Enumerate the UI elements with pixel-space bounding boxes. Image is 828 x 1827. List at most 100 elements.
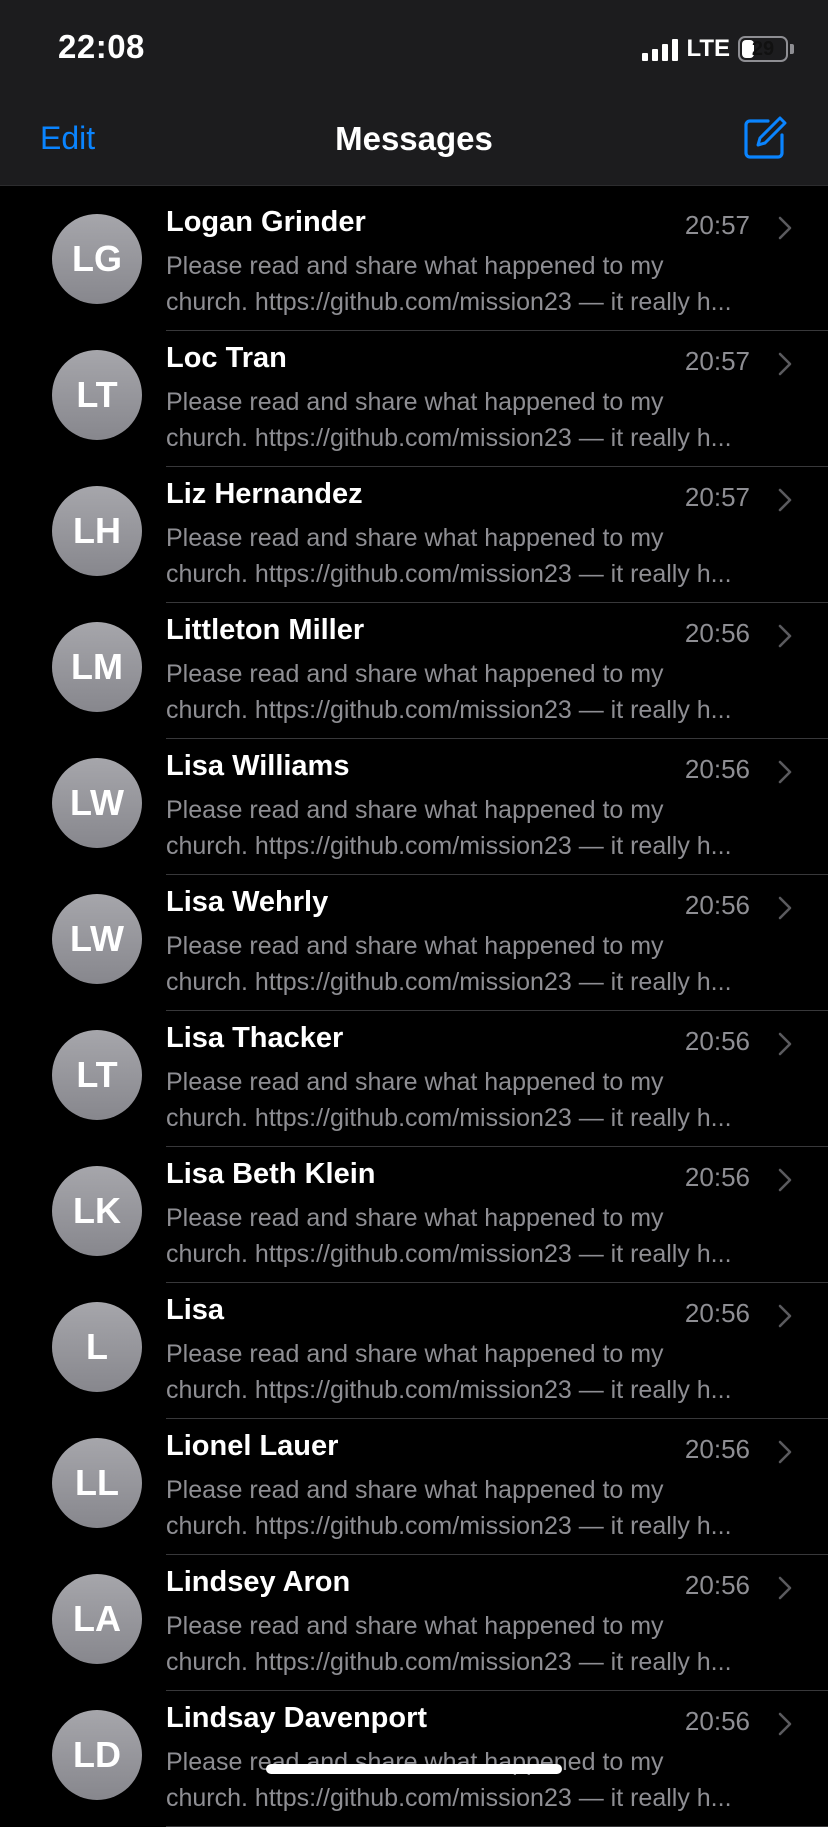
conversation-body: Logan Grinder 20:57 Please read and shar… <box>166 194 828 331</box>
conversation-row[interactable]: LA Lindsey Aron 20:56 Please read and sh… <box>0 1554 828 1691</box>
message-time: 20:57 <box>684 482 750 512</box>
chevron-right-icon <box>778 1440 792 1464</box>
chevron-right-icon <box>778 352 792 376</box>
contact-name: Loc Tran <box>166 342 287 374</box>
conversation-body: Lionel Lauer 20:56 Please read and share… <box>166 1418 828 1555</box>
conversation-list: LG Logan Grinder 20:57 Please read and s… <box>0 194 828 1827</box>
message-time: 20:57 <box>684 346 750 376</box>
conversation-row[interactable]: LT Lisa Thacker 20:56 Please read and sh… <box>0 1010 828 1147</box>
avatar: LW <box>52 894 142 984</box>
battery-cap <box>790 44 794 54</box>
conversation-row[interactable]: LT Loc Tran 20:57 Please read and share … <box>0 330 828 467</box>
chevron-right-icon <box>778 216 792 240</box>
chevron-right-icon <box>778 760 792 784</box>
preview-line: church. https://github.com/mission23 — i… <box>166 968 732 996</box>
preview-line: church. https://github.com/mission23 — i… <box>166 1512 732 1540</box>
conversation-row[interactable]: LD Lindsay Davenport 20:56 Please read a… <box>0 1690 828 1827</box>
avatar: LA <box>52 1574 142 1664</box>
contact-name: Liz Hernandez <box>166 478 363 510</box>
conversation-body: Lisa Thacker 20:56 Please read and share… <box>166 1010 828 1147</box>
conversation-body: Lisa Wehrly 20:56 Please read and share … <box>166 874 828 1011</box>
conversation-body: Lisa Beth Klein 20:56 Please read and sh… <box>166 1146 828 1283</box>
contact-name: Lisa <box>166 1294 225 1326</box>
conversation-row[interactable]: LG Logan Grinder 20:57 Please read and s… <box>0 194 828 331</box>
chevron-right-icon <box>778 1032 792 1056</box>
conversation-body: Lisa Williams 20:56 Please read and shar… <box>166 738 828 875</box>
preview-line: church. https://github.com/mission23 — i… <box>166 696 732 724</box>
message-time: 20:56 <box>684 1162 750 1192</box>
chevron-right-icon <box>778 624 792 648</box>
message-preview: Please read and share what happened to m… <box>166 520 786 592</box>
preview-line: Please read and share what happened to m… <box>166 796 664 824</box>
preview-line: church. https://github.com/mission23 — i… <box>166 1376 732 1404</box>
preview-line: Please read and share what happened to m… <box>166 1748 664 1776</box>
avatar: LD <box>52 1710 142 1800</box>
contact-name: Lisa Beth Klein <box>166 1158 376 1190</box>
avatar: L <box>52 1302 142 1392</box>
message-preview: Please read and share what happened to m… <box>166 1744 786 1816</box>
preview-line: Please read and share what happened to m… <box>166 1340 664 1368</box>
contact-name: Littleton Miller <box>166 614 365 646</box>
avatar: LT <box>52 350 142 440</box>
preview-line: church. https://github.com/mission23 — i… <box>166 288 732 316</box>
conversation-row[interactable]: LH Liz Hernandez 20:57 Please read and s… <box>0 466 828 603</box>
avatar: LM <box>52 622 142 712</box>
avatar: LG <box>52 214 142 304</box>
contact-name: Logan Grinder <box>166 206 366 238</box>
battery-percent: 29 <box>751 37 775 60</box>
message-preview: Please read and share what happened to m… <box>166 248 786 320</box>
message-time: 20:56 <box>684 618 750 648</box>
preview-line: Please read and share what happened to m… <box>166 932 664 960</box>
conversation-row[interactable]: LM Littleton Miller 20:56 Please read an… <box>0 602 828 739</box>
compose-button[interactable] <box>742 115 788 161</box>
contact-name: Lionel Lauer <box>166 1430 339 1462</box>
preview-line: Please read and share what happened to m… <box>166 388 664 416</box>
preview-line: church. https://github.com/mission23 — i… <box>166 560 732 588</box>
message-time: 20:56 <box>684 1570 750 1600</box>
preview-line: Please read and share what happened to m… <box>166 1476 664 1504</box>
chevron-right-icon <box>778 1168 792 1192</box>
message-preview: Please read and share what happened to m… <box>166 792 786 864</box>
compose-icon <box>744 116 787 159</box>
status-indicators: LTE 29 <box>642 34 794 64</box>
preview-line: church. https://github.com/mission23 — i… <box>166 832 732 860</box>
message-preview: Please read and share what happened to m… <box>166 384 786 456</box>
message-preview: Please read and share what happened to m… <box>166 1472 786 1544</box>
preview-line: Please read and share what happened to m… <box>166 1612 664 1640</box>
navigation-header: 22:08 LTE 29 Edit Messages <box>0 0 828 186</box>
avatar: LL <box>52 1438 142 1528</box>
message-time: 20:56 <box>684 1434 750 1464</box>
preview-line: Please read and share what happened to m… <box>166 524 664 552</box>
message-preview: Please read and share what happened to m… <box>166 1336 786 1408</box>
message-time: 20:56 <box>684 754 750 784</box>
conversation-body: Lindsey Aron 20:56 Please read and share… <box>166 1554 828 1691</box>
preview-line: Please read and share what happened to m… <box>166 1068 664 1096</box>
message-time: 20:56 <box>684 1026 750 1056</box>
page-title: Messages <box>335 120 493 157</box>
contact-name: Lindsay Davenport <box>166 1702 428 1734</box>
message-time: 20:56 <box>684 1298 750 1328</box>
message-time: 20:57 <box>684 210 750 240</box>
contact-name: Lisa Wehrly <box>166 886 329 918</box>
preview-line: church. https://github.com/mission23 — i… <box>166 1648 732 1676</box>
preview-line: church. https://github.com/mission23 — i… <box>166 1240 732 1268</box>
avatar: LK <box>52 1166 142 1256</box>
preview-line: church. https://github.com/mission23 — i… <box>166 1104 732 1132</box>
message-preview: Please read and share what happened to m… <box>166 1608 786 1680</box>
message-preview: Please read and share what happened to m… <box>166 1064 786 1136</box>
signal-strength-icon <box>642 37 679 61</box>
preview-line: church. https://github.com/mission23 — i… <box>166 424 732 452</box>
contact-name: Lisa Williams <box>166 750 350 782</box>
preview-line: Please read and share what happened to m… <box>166 252 664 280</box>
chevron-right-icon <box>778 896 792 920</box>
conversation-row[interactable]: LW Lisa Wehrly 20:56 Please read and sha… <box>0 874 828 1011</box>
conversation-row[interactable]: LK Lisa Beth Klein 20:56 Please read and… <box>0 1146 828 1283</box>
message-preview: Please read and share what happened to m… <box>166 1200 786 1272</box>
network-type: LTE <box>686 35 730 62</box>
conversation-row[interactable]: LW Lisa Williams 20:56 Please read and s… <box>0 738 828 875</box>
conversation-row[interactable]: L Lisa 20:56 Please read and share what … <box>0 1282 828 1419</box>
home-indicator[interactable] <box>266 1764 562 1774</box>
preview-line: Please read and share what happened to m… <box>166 1204 664 1232</box>
conversation-row[interactable]: LL Lionel Lauer 20:56 Please read and sh… <box>0 1418 828 1555</box>
chevron-right-icon <box>778 1576 792 1600</box>
